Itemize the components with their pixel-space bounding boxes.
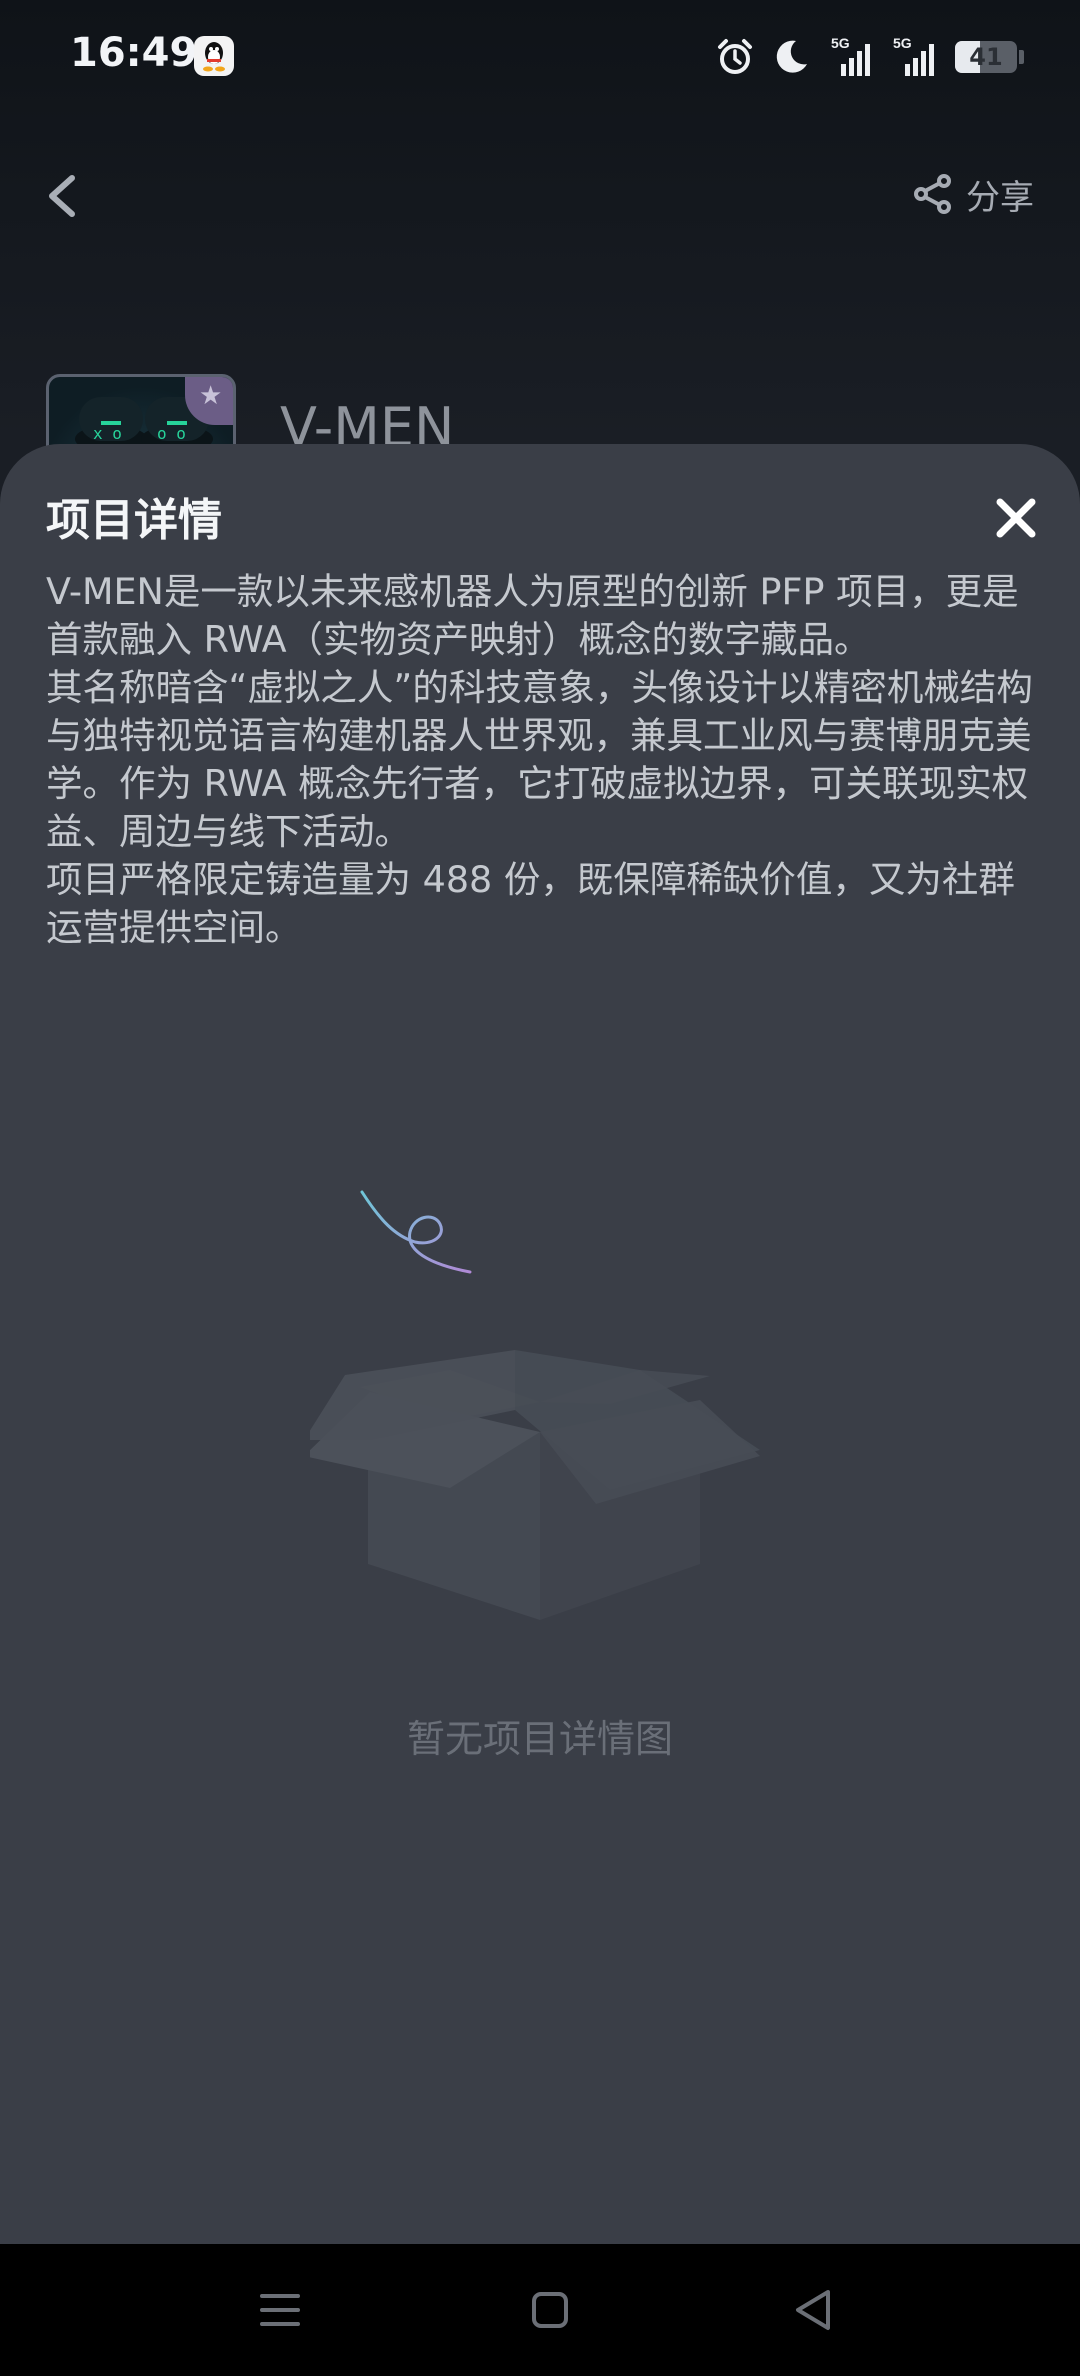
description-paragraph: 项目严格限定铸造量为 488 份，既保障稀缺价值，又为社群运营提供空间。 <box>46 858 1015 949</box>
empty-state-text: 暂无项目详情图 <box>406 1717 673 1761</box>
battery-cap <box>1019 50 1024 64</box>
nav-home-button[interactable] <box>520 2280 580 2340</box>
moon-icon <box>771 37 811 77</box>
status-time: 16:49 <box>70 30 198 76</box>
svg-text:o o: o o <box>157 424 186 443</box>
description-paragraph: 其名称暗含“虚拟之人”的科技意象，头像设计以精密机械结构与独特视觉语言构建机器人… <box>46 666 1033 853</box>
status-bar: 16:49 5G 5G 41 <box>0 0 1080 118</box>
back-triangle-icon <box>796 2290 830 2330</box>
share-button[interactable]: 分享 <box>912 166 1034 222</box>
share-icon <box>914 174 951 214</box>
project-details-sheet: 项目详情 V-MEN是一款以未来感机器人为原型的创新 PFP 项目，更是首款融入… <box>0 444 1080 2244</box>
system-nav-bar <box>0 2244 1080 2376</box>
qq-icon <box>194 36 234 76</box>
back-button[interactable] <box>36 160 92 230</box>
sheet-title: 项目详情 <box>46 495 222 546</box>
project-description: V-MEN是一款以未来感机器人为原型的创新 PFP 项目，更是首款融入 RWA（… <box>46 568 1036 952</box>
svg-text:x o: x o <box>93 424 122 443</box>
signal-icon: 5G <box>827 36 877 78</box>
battery-level: 41 <box>969 43 1003 71</box>
close-icon <box>996 498 1036 538</box>
nav-back-button[interactable] <box>784 2280 844 2340</box>
svg-text:5G: 5G <box>893 36 912 51</box>
screen: 16:49 5G 5G 41 分享 x o o o ★ V-MEN 项目详情 V… <box>0 0 1080 2376</box>
empty-box-illustration <box>304 1180 770 1620</box>
alarm-icon <box>715 37 755 77</box>
star-icon: ★ <box>199 381 223 411</box>
description-paragraph: V-MEN是一款以未来感机器人为原型的创新 PFP 项目，更是首款融入 RWA（… <box>46 570 1019 661</box>
svg-text:5G: 5G <box>831 36 850 51</box>
home-square-icon <box>532 2292 568 2328</box>
nav-menu-button[interactable] <box>250 2280 310 2340</box>
signal-icon: 5G <box>893 36 939 78</box>
share-label: 分享 <box>966 177 1034 218</box>
battery-icon: 41 <box>955 41 1017 73</box>
status-icons: 5G 5G 41 <box>715 34 1024 80</box>
chevron-left-icon <box>49 175 75 217</box>
close-button[interactable] <box>988 490 1044 546</box>
menu-icon <box>260 2294 300 2326</box>
